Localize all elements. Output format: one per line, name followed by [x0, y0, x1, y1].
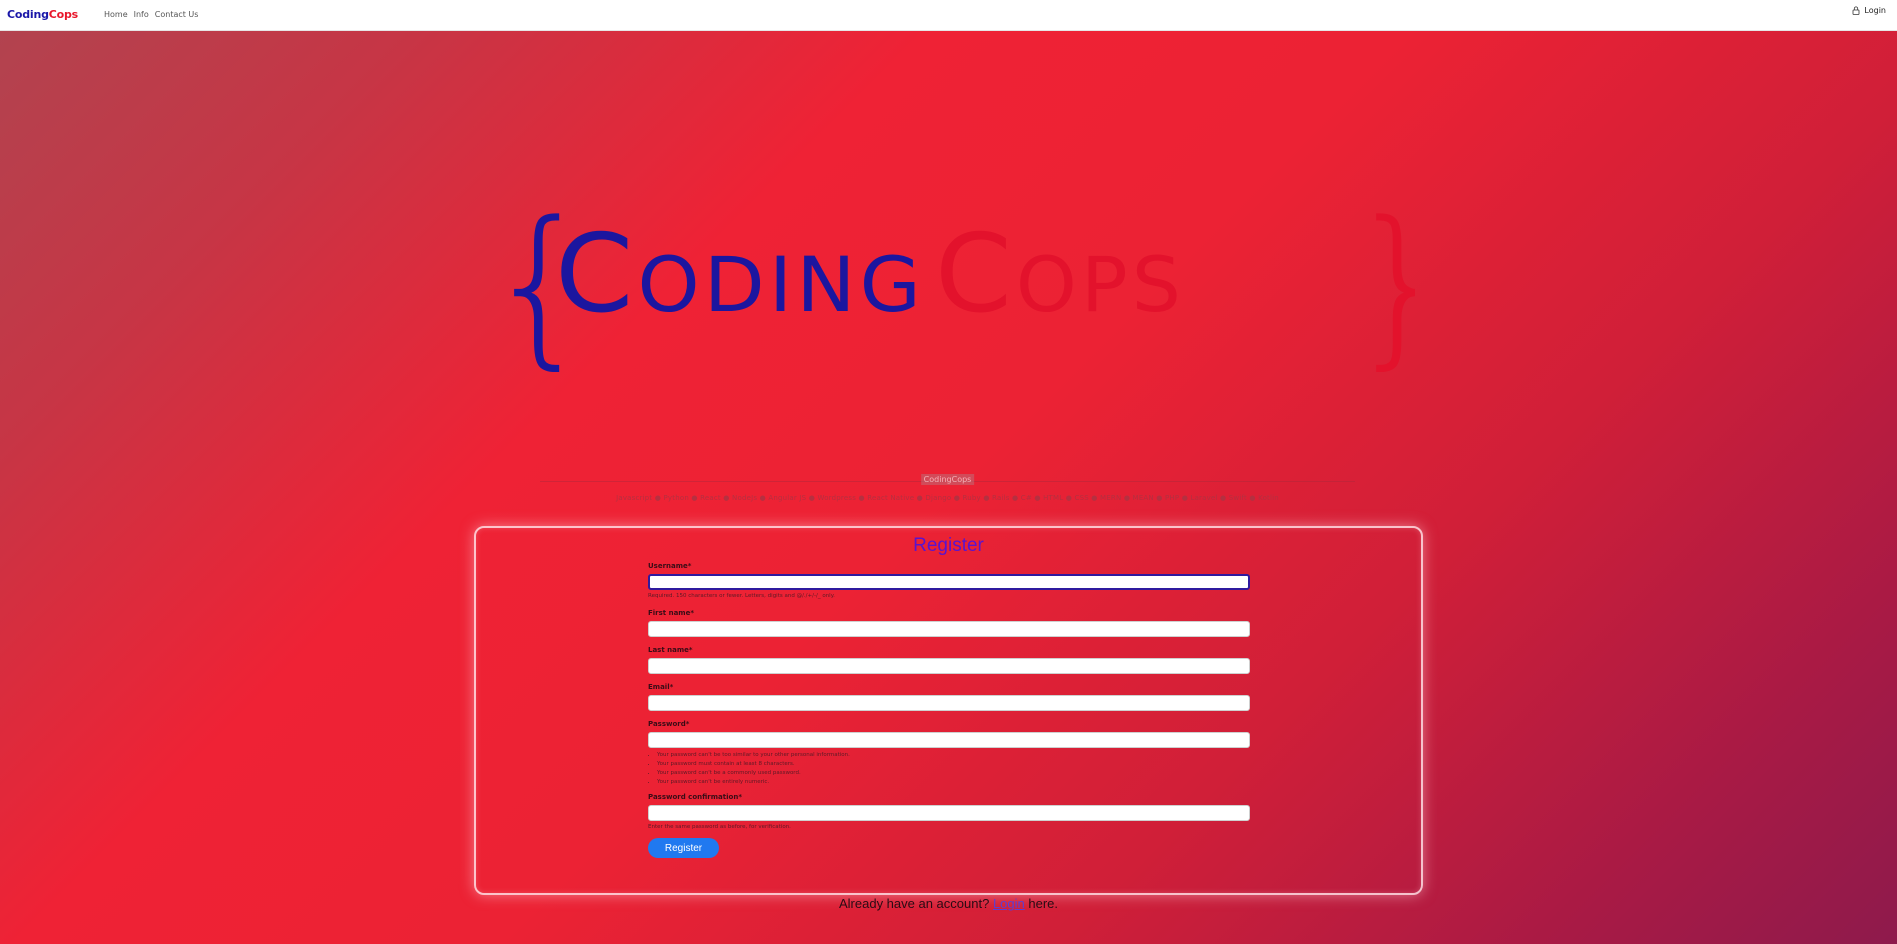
top-navbar: CodingCops Home Info Contact Us Login [0, 0, 1897, 31]
password-help-item: Your password can't be a commonly used p… [657, 769, 1250, 778]
first-name-group: First name* [648, 609, 1250, 637]
login-prompt-link[interactable]: Login [993, 896, 1025, 911]
codingcops-hero-logo: { Coding Cops } [485, 191, 1415, 381]
username-help: Required. 150 characters or fewer. Lette… [648, 593, 835, 599]
register-card: Register Username* Required. 150 charact… [474, 526, 1423, 895]
hero-section: { Coding Cops } CodingCops Javascript ● … [0, 31, 1897, 944]
password-confirmation-help: Enter the same password as before, for v… [648, 824, 791, 830]
login-nav-label: Login [1864, 6, 1886, 15]
divider-label: CodingCops [920, 474, 975, 485]
register-title: Register [913, 535, 984, 556]
email-label: Email* [648, 683, 674, 691]
email-input[interactable] [648, 695, 1250, 711]
password-group: Password* Your password can't be too sim… [648, 720, 1250, 787]
nav-links: Home Info Contact Us [104, 10, 198, 19]
password-confirmation-group: Password confirmation* Enter the same pa… [648, 793, 1250, 831]
password-help-list: Your password can't be too similar to yo… [648, 751, 1250, 787]
login-prompt-suffix: here. [1028, 896, 1059, 911]
logo-text-cops: Cops [935, 212, 1185, 337]
lock-icon [1853, 6, 1860, 15]
login-prompt-prefix: Already have an account? [838, 896, 990, 911]
first-name-input[interactable] [648, 621, 1250, 637]
password-help-item: Your password can't be too similar to yo… [657, 751, 1250, 760]
tech-divider: CodingCops [540, 471, 1355, 491]
password-confirmation-label: Password confirmation* [648, 793, 742, 801]
password-input[interactable] [648, 732, 1250, 748]
email-group: Email* [648, 683, 1250, 711]
first-name-label: First name* [648, 609, 694, 617]
brand-name-part1: Coding [7, 8, 49, 21]
nav-link-contact[interactable]: Contact Us [155, 10, 199, 19]
password-help-item: Your password can't be entirely numeric. [657, 778, 1250, 787]
password-label: Password* [648, 720, 690, 728]
logo-close-brace: } [1347, 191, 1415, 381]
tech-stack-list: Javascript ● Python ● React ● NodeJs ● A… [616, 494, 1279, 502]
login-nav-button[interactable]: Login [1852, 6, 1886, 15]
last-name-label: Last name* [648, 646, 693, 654]
username-input[interactable] [648, 574, 1250, 590]
last-name-input[interactable] [648, 658, 1250, 674]
password-help-item: Your password must contain at least 8 ch… [657, 760, 1250, 769]
password-confirmation-input[interactable] [648, 805, 1250, 821]
brand-logo[interactable]: CodingCops [7, 8, 78, 21]
nav-link-info[interactable]: Info [134, 10, 149, 19]
register-form: Username* Required. 150 characters or fe… [648, 562, 1250, 831]
logo-text-coding: Coding [555, 212, 925, 337]
brand-name-part2: Cops [48, 8, 79, 21]
last-name-group: Last name* [648, 646, 1250, 674]
nav-link-home[interactable]: Home [104, 10, 128, 19]
username-group: Username* Required. 150 characters or fe… [648, 562, 1250, 600]
username-label: Username* [648, 562, 692, 570]
register-submit-button[interactable]: Register [648, 838, 719, 858]
login-prompt: Already have an account? Login here. [0, 896, 1897, 911]
